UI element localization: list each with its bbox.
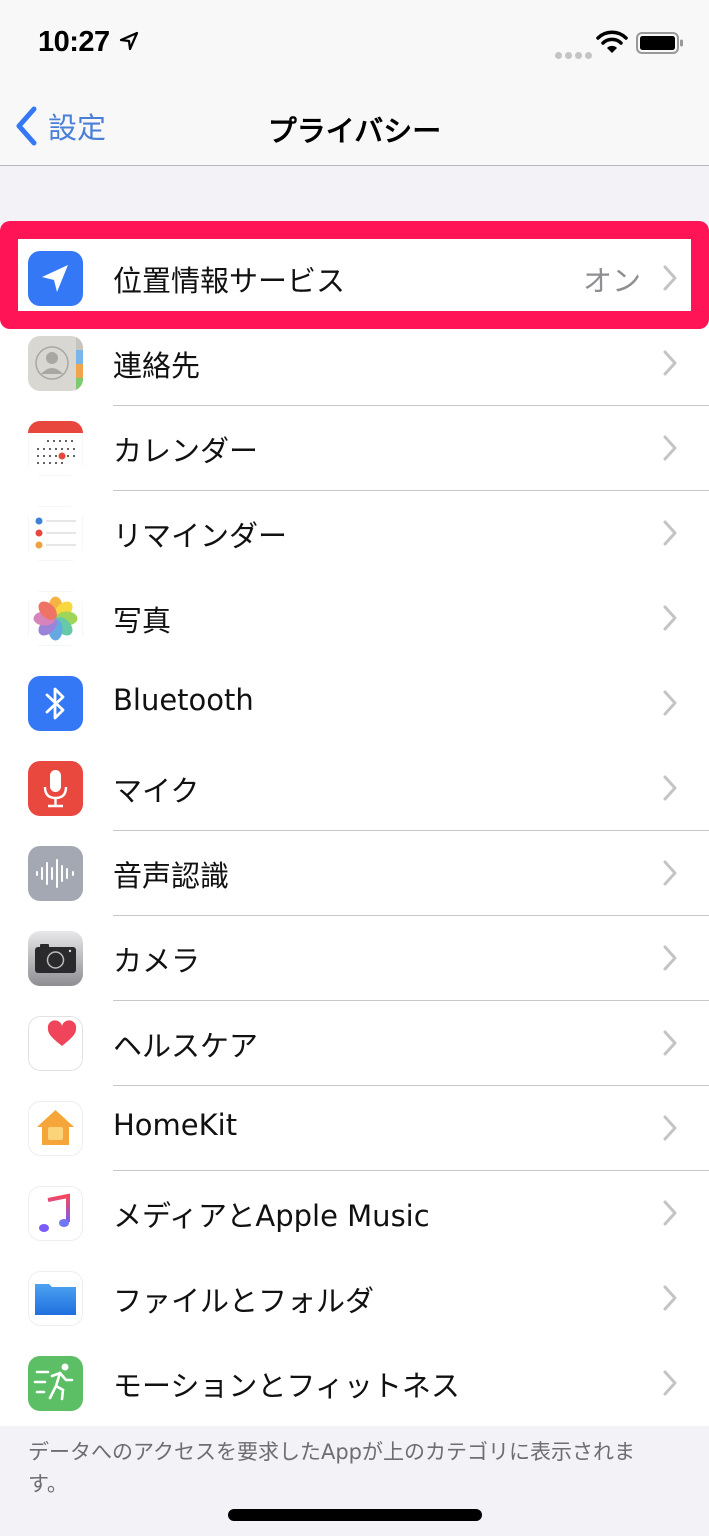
item-label: カメラ	[113, 944, 201, 978]
item-label: 写真	[113, 604, 172, 638]
chevron-right-icon	[663, 860, 677, 886]
footer-note: データへのアクセスを要求したAppが上のカテゴリに表示されます。	[28, 1440, 635, 1496]
privacy-list: 位置情報サービス オン 連絡先 カレンダー リマインダー 写真 Bluetoot…	[0, 236, 709, 1426]
apple-music-icon	[28, 1186, 83, 1241]
item-value: オン	[582, 264, 641, 298]
chevron-right-icon	[663, 520, 677, 546]
home-indicator[interactable]	[228, 1509, 482, 1521]
calendar-icon	[28, 421, 83, 476]
speech-recognition-icon	[28, 846, 83, 901]
chevron-right-icon	[663, 690, 677, 716]
item-label: 位置情報サービス	[113, 264, 346, 298]
item-label: 音声認識	[113, 859, 230, 893]
list-item-health[interactable]: ヘルスケア	[0, 1001, 709, 1086]
item-label: ヘルスケア	[113, 1029, 259, 1063]
list-item-location-services[interactable]: 位置情報サービス オン	[0, 236, 709, 321]
camera-icon	[28, 931, 83, 986]
item-label: Bluetooth	[113, 683, 254, 717]
item-label: メディアとApple Music	[113, 1199, 430, 1233]
health-icon	[28, 1016, 83, 1071]
microphone-icon	[28, 761, 83, 816]
navigation-bar: 設定 プライバシー	[0, 88, 709, 166]
chevron-right-icon	[663, 265, 677, 291]
chevron-right-icon	[663, 435, 677, 461]
list-item-speech-recognition[interactable]: 音声認識	[0, 831, 709, 916]
page-title: プライバシー	[267, 114, 442, 148]
chevron-right-icon	[663, 945, 677, 971]
motion-fitness-icon	[28, 1356, 83, 1411]
status-time: 10:27	[38, 26, 110, 58]
contacts-icon	[28, 336, 83, 391]
reminders-icon	[28, 506, 83, 561]
homekit-icon	[28, 1101, 83, 1156]
battery-full-icon	[636, 32, 683, 54]
chevron-right-icon	[663, 605, 677, 631]
list-item-homekit[interactable]: HomeKit	[0, 1086, 709, 1171]
item-label: カレンダー	[113, 434, 259, 468]
chevron-right-icon	[663, 1200, 677, 1226]
list-item-microphone[interactable]: マイク	[0, 746, 709, 831]
location-arrow-icon	[119, 31, 139, 51]
photos-icon	[28, 591, 83, 646]
location-services-icon	[28, 251, 83, 306]
item-label: リマインダー	[113, 519, 288, 553]
list-item-reminders[interactable]: リマインダー	[0, 491, 709, 576]
item-label: モーションとフィットネス	[113, 1369, 460, 1403]
cellular-dots-icon	[555, 44, 595, 63]
list-item-contacts[interactable]: 連絡先	[0, 321, 709, 406]
list-item-calendar[interactable]: カレンダー	[0, 406, 709, 491]
chevron-right-icon	[663, 1115, 677, 1141]
files-icon	[28, 1271, 83, 1326]
list-item-bluetooth[interactable]: Bluetooth	[0, 661, 709, 746]
list-item-camera[interactable]: カメラ	[0, 916, 709, 1001]
list-item-apple-music[interactable]: メディアとApple Music	[0, 1171, 709, 1256]
list-item-files[interactable]: ファイルとフォルダ	[0, 1256, 709, 1341]
chevron-right-icon	[663, 1285, 677, 1311]
bluetooth-icon	[28, 676, 83, 731]
item-label: ファイルとフォルダ	[113, 1284, 375, 1318]
chevron-right-icon	[663, 1030, 677, 1056]
chevron-right-icon	[663, 1370, 677, 1396]
chevron-right-icon	[663, 775, 677, 801]
item-label: HomeKit	[113, 1108, 238, 1142]
list-item-photos[interactable]: 写真	[0, 576, 709, 661]
status-bar: 10:27	[0, 0, 709, 88]
item-label: マイク	[113, 774, 200, 808]
item-label: 連絡先	[113, 349, 201, 383]
wifi-icon	[596, 30, 628, 53]
chevron-right-icon	[663, 350, 677, 376]
list-item-motion-fitness[interactable]: モーションとフィットネス	[0, 1341, 709, 1426]
